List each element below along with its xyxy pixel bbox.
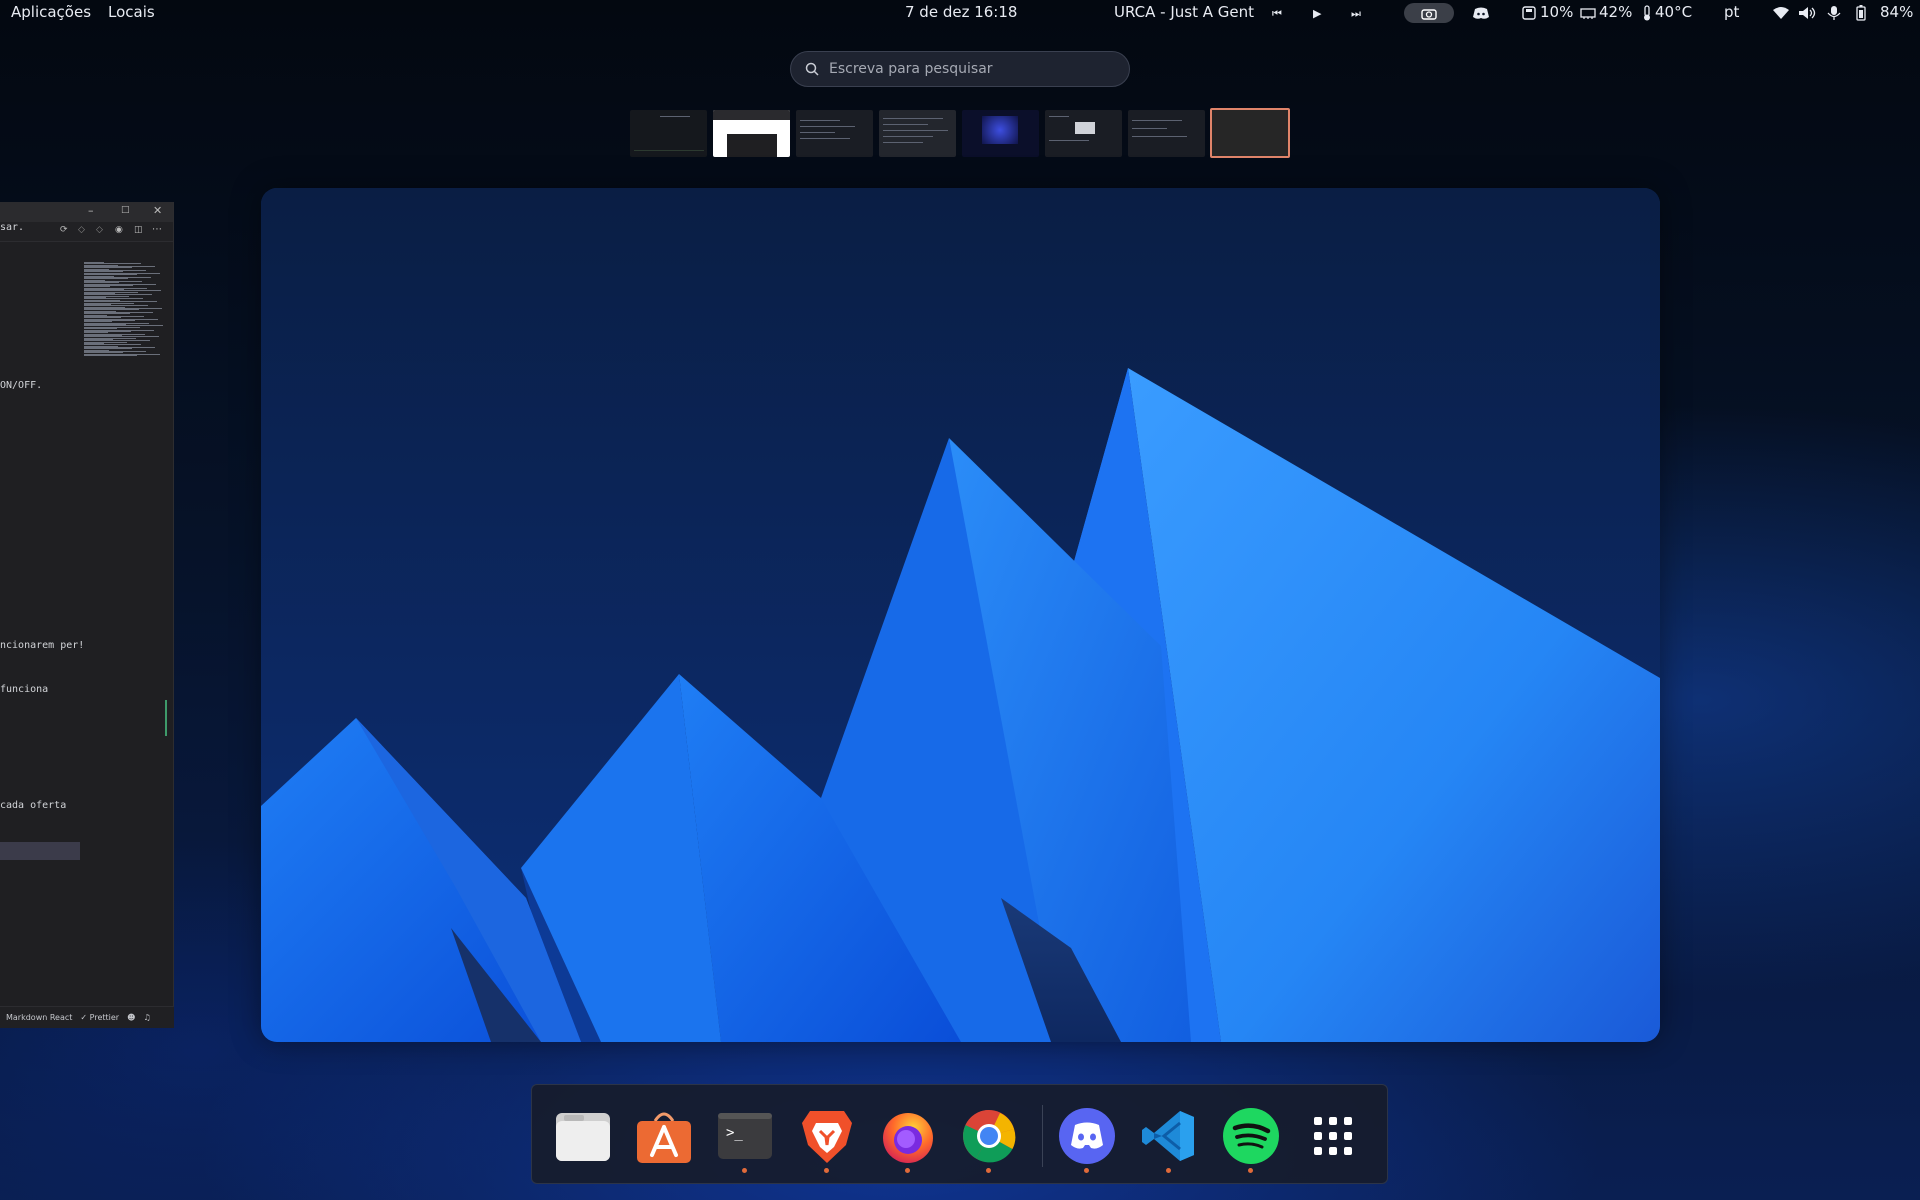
wifi-icon[interactable] [1772, 6, 1790, 20]
running-indicator [1166, 1168, 1171, 1173]
running-indicator [742, 1168, 747, 1173]
dock-spotify[interactable] [1222, 1107, 1280, 1173]
screenshot-indicator[interactable] [1404, 3, 1454, 23]
memory-icon [1580, 8, 1596, 19]
code-line: ncionarem per! [0, 640, 85, 651]
discord-tray-icon[interactable] [1472, 6, 1490, 20]
back-icon[interactable]: ◇ [78, 225, 85, 235]
brave-icon [802, 1111, 852, 1163]
bell-icon[interactable]: ♫ [143, 1013, 150, 1022]
camera-icon [1421, 8, 1437, 20]
workspace-thumbnail-active[interactable] [1210, 108, 1290, 158]
app-grid-icon [1314, 1117, 1352, 1155]
vscode-icon [1142, 1111, 1194, 1161]
close-icon[interactable]: ✕ [153, 204, 162, 217]
disk-usage: 10% [1540, 3, 1574, 21]
dock-show-apps[interactable] [1304, 1107, 1362, 1165]
code-area[interactable]: sar. ON/OFF. ncionarem per! funciona cada o… [0, 222, 85, 1006]
preview-icon[interactable]: ◉ [115, 225, 123, 235]
dock-terminal[interactable]: >_ [716, 1107, 774, 1173]
terminal-icon: >_ [718, 1113, 772, 1159]
workspace-thumbnail[interactable] [796, 110, 873, 157]
workspace-thumbnail[interactable] [962, 110, 1039, 157]
workspace-thumbnail[interactable] [713, 110, 790, 157]
play-icon[interactable]: ▶ [1313, 7, 1321, 20]
code-line: ON/OFF. [0, 380, 43, 391]
search-icon [805, 62, 819, 76]
folder-icon [556, 1113, 610, 1161]
window-preview[interactable] [261, 188, 1660, 1042]
more-actions-icon[interactable]: ⋯ [152, 224, 162, 235]
status-bar: Markdown React ✓ Prettier ☻ ♫ [0, 1006, 174, 1028]
dock-discord[interactable] [1058, 1107, 1116, 1173]
minimap[interactable] [84, 262, 164, 562]
code-line: cada oferta [0, 800, 67, 811]
top-bar: Aplicações Locais 7 de dez 16:18 URCA - … [0, 0, 1920, 26]
temperature: 40°C [1655, 3, 1693, 21]
running-indicator [824, 1168, 829, 1173]
chrome-icon [963, 1110, 1016, 1163]
running-indicator [1248, 1168, 1253, 1173]
firefox-icon [883, 1113, 933, 1163]
dock-vscode[interactable] [1140, 1107, 1198, 1173]
places-menu[interactable]: Locais [108, 3, 155, 21]
editor-titlebar: – □ ✕ [0, 202, 173, 222]
code-line: funciona [0, 684, 49, 695]
battery-icon[interactable] [1856, 5, 1866, 21]
mountain-wallpaper [261, 188, 1660, 1042]
discord-icon [1059, 1108, 1115, 1164]
workspace-thumbnail[interactable] [1128, 110, 1205, 157]
editor-toolbar: ⟳ ◇ ◇ ◉ ◫ ⋯ [0, 222, 173, 242]
spotify-icon [1223, 1108, 1279, 1164]
minimap-line [84, 355, 137, 357]
dock-app-center[interactable] [635, 1107, 693, 1165]
svg-text:>_: >_ [726, 1125, 743, 1141]
forward-icon[interactable]: ◇ [96, 225, 103, 235]
running-indicator [905, 1168, 910, 1173]
memory-usage: 42% [1599, 3, 1633, 21]
dock: >_ [531, 1084, 1388, 1184]
check-icon: ✓ [80, 1013, 88, 1022]
prettier-label: Prettier [89, 1013, 120, 1022]
prettier-status[interactable]: ✓ Prettier [80, 1013, 119, 1022]
dock-files[interactable] [554, 1107, 612, 1165]
git-compare-icon[interactable]: ⟳ [60, 225, 68, 235]
next-track-icon[interactable]: ⏭ [1351, 7, 1361, 21]
workspace-thumbnail[interactable] [879, 110, 956, 157]
minimize-icon[interactable]: – [88, 204, 94, 217]
dock-firefox[interactable] [879, 1107, 937, 1173]
selected-line [0, 842, 80, 860]
media-title[interactable]: URCA - Just A Gent [1114, 3, 1254, 21]
dock-brave[interactable] [798, 1107, 856, 1173]
search-input[interactable] [829, 61, 1099, 77]
language-mode[interactable]: Markdown React [6, 1013, 72, 1022]
code-editor-window[interactable]: – □ ✕ ⟳ ◇ ◇ ◉ ◫ ⋯ sar. ON/OFF. ncionarem p… [0, 202, 174, 1028]
disk-icon [1522, 6, 1536, 20]
dock-separator [1042, 1105, 1043, 1167]
running-indicator [1084, 1168, 1089, 1173]
workspace-thumbnail[interactable] [1045, 110, 1122, 157]
keyboard-layout[interactable]: pt [1724, 3, 1739, 21]
code-line: sar. [0, 222, 25, 233]
scroll-indicator[interactable] [165, 700, 167, 736]
store-icon [637, 1112, 691, 1163]
applications-menu[interactable]: Aplicações [11, 3, 91, 21]
thermometer-icon [1644, 5, 1650, 21]
maximize-icon[interactable]: □ [121, 205, 130, 215]
running-indicator [986, 1168, 991, 1173]
clock[interactable]: 7 de dez 16:18 [905, 3, 1017, 21]
microphone-icon[interactable] [1826, 5, 1842, 21]
workspace-thumbnail[interactable] [630, 110, 707, 157]
dock-chrome[interactable] [960, 1107, 1018, 1173]
volume-icon[interactable] [1798, 6, 1816, 20]
previous-track-icon[interactable]: ⏮ [1272, 7, 1282, 21]
account-icon[interactable]: ☻ [127, 1013, 135, 1022]
split-editor-icon[interactable]: ◫ [134, 225, 143, 235]
search-bar[interactable] [790, 51, 1130, 87]
battery-level: 84% [1880, 3, 1914, 21]
